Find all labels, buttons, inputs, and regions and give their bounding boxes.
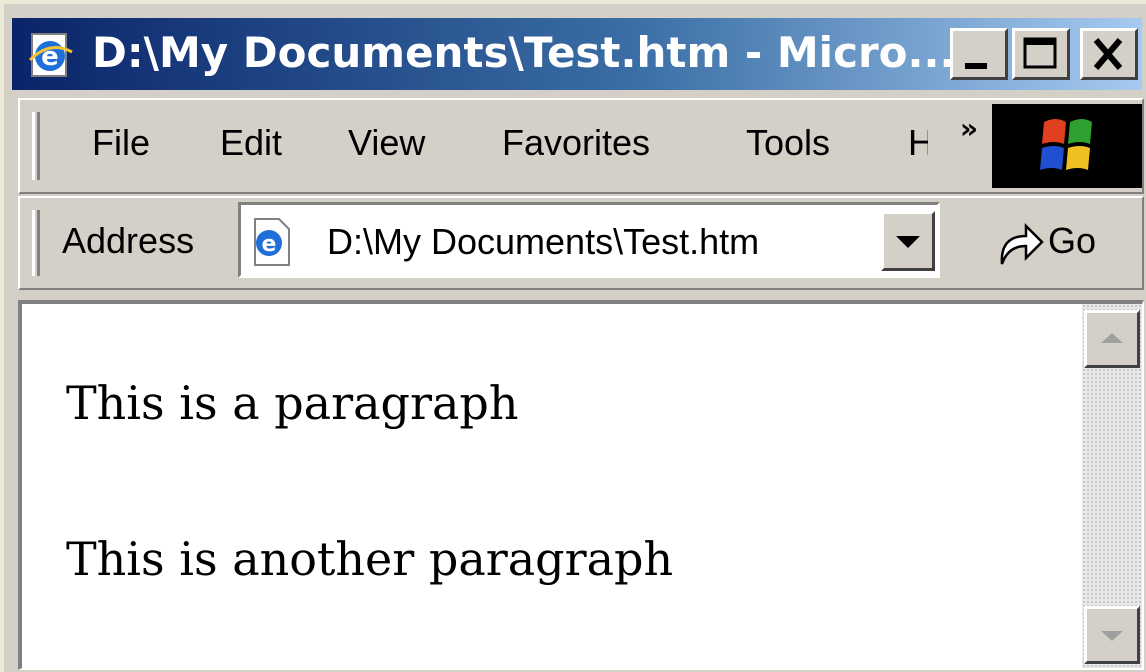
title-bar[interactable]: e D:\My Documents\Test.htm - Micro...: [12, 18, 1142, 90]
address-bar: Address e D:\My Documents\Test.htm Go: [18, 196, 1144, 290]
windows-logo-icon: [992, 104, 1142, 188]
double-chevron-right-icon[interactable]: »: [960, 112, 978, 145]
menu-edit[interactable]: Edit: [220, 122, 282, 164]
chevron-up-icon: [1101, 333, 1123, 343]
scroll-up-button[interactable]: [1084, 310, 1140, 368]
go-button[interactable]: Go: [988, 212, 1108, 272]
minimize-button[interactable]: [950, 28, 1008, 80]
maximize-button[interactable]: [1012, 28, 1070, 80]
address-dropdown-button[interactable]: [881, 211, 935, 271]
vertical-scrollbar[interactable]: [1082, 304, 1142, 668]
windows-flag-icon: [1040, 119, 1092, 170]
menu-tools[interactable]: Tools: [746, 122, 830, 164]
chevron-down-icon: [896, 236, 920, 248]
toolbar-grip[interactable]: [32, 112, 40, 180]
close-button[interactable]: [1080, 28, 1138, 80]
menu-view[interactable]: View: [348, 122, 425, 164]
browser-window: e D:\My Documents\Test.htm - Micro... Fi…: [0, 0, 1146, 672]
address-value[interactable]: D:\My Documents\Test.htm: [327, 221, 759, 263]
menu-help[interactable]: H: [908, 122, 928, 164]
menu-file[interactable]: File: [92, 122, 150, 164]
scroll-down-button[interactable]: [1084, 606, 1140, 664]
paragraph: This is a paragraph: [66, 376, 519, 430]
toolbar-grip[interactable]: [32, 210, 40, 276]
close-icon: [1093, 38, 1123, 70]
paragraph: This is another paragraph: [66, 532, 674, 586]
address-input[interactable]: e D:\My Documents\Test.htm: [238, 202, 940, 278]
page-content: This is a paragraph This is another para…: [18, 300, 1144, 670]
go-label: Go: [1048, 220, 1097, 261]
chevron-down-icon: [1101, 631, 1123, 641]
go-arrow-icon: [1000, 222, 1044, 265]
maximize-icon: [1023, 37, 1057, 69]
minimize-icon: [965, 63, 987, 69]
svg-text:e: e: [262, 232, 277, 257]
address-label: Address: [62, 220, 195, 261]
menu-favorites[interactable]: Favorites: [502, 122, 650, 164]
window-title: D:\My Documents\Test.htm - Micro...: [92, 28, 956, 77]
ie-logo-icon: e: [28, 33, 73, 77]
menu-bar: File Edit View Favorites Tools H »: [18, 98, 1144, 194]
page-icon: e: [254, 218, 290, 266]
